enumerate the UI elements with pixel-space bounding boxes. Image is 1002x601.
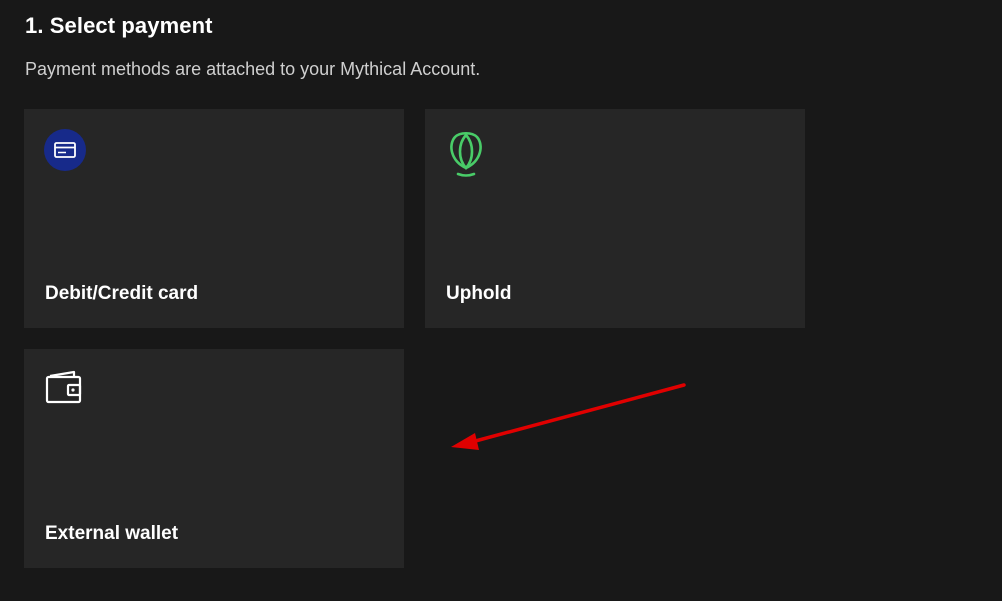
payment-option-label: Uphold: [446, 283, 512, 304]
section-title: 1. Select payment: [25, 13, 213, 38]
payment-option-debit-credit-card[interactable]: Debit/Credit card: [24, 109, 404, 328]
payment-page: 1. Select payment Payment methods are at…: [0, 0, 1002, 601]
payment-option-external-wallet[interactable]: External wallet: [24, 349, 404, 568]
red-arrow-annotation: [451, 383, 686, 450]
payment-option-uphold[interactable]: Uphold: [425, 109, 805, 328]
section-subtitle: Payment methods are attached to your Myt…: [25, 59, 481, 79]
uphold-logo-icon: [445, 129, 487, 177]
wallet-icon: [44, 369, 86, 411]
payment-option-label: Debit/Credit card: [45, 283, 199, 304]
payment-option-label: External wallet: [45, 523, 179, 544]
credit-card-icon: [44, 129, 86, 171]
